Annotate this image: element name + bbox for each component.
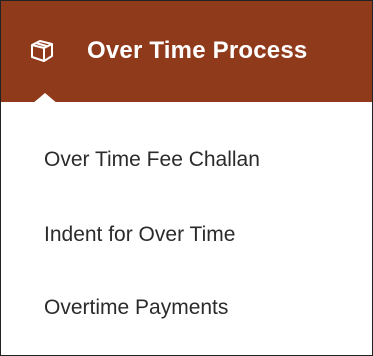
- menu-item-indent-for-over-time[interactable]: Indent for Over Time: [44, 223, 235, 247]
- dropdown-panel: Over Time Process Over Time Fee Challan …: [0, 0, 373, 356]
- menu-header[interactable]: Over Time Process: [1, 1, 372, 102]
- cube-icon: [27, 36, 57, 66]
- menu-header-title: Over Time Process: [87, 36, 308, 64]
- menu-item-over-time-fee-challan[interactable]: Over Time Fee Challan: [44, 148, 260, 172]
- menu-item-overtime-payments[interactable]: Overtime Payments: [44, 296, 228, 320]
- dropdown-pointer: [32, 93, 58, 104]
